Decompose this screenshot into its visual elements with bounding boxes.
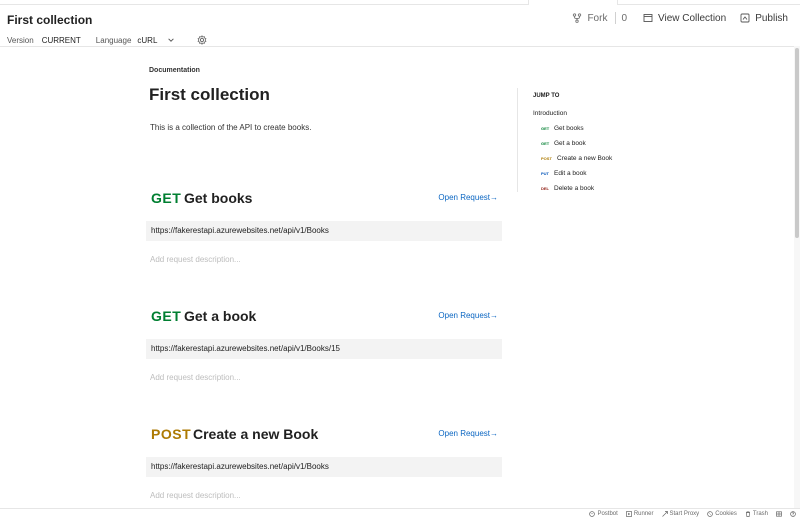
version-label: Version xyxy=(7,35,34,45)
request-name: Get a book xyxy=(184,308,257,324)
jump-method: PUT xyxy=(541,171,549,176)
postbot-button[interactable]: Postbot xyxy=(589,511,618,517)
jump-to-heading: JUMP TO xyxy=(533,93,560,99)
method-badge: POST xyxy=(151,426,192,442)
collection-icon xyxy=(643,14,653,22)
help-button[interactable] xyxy=(790,511,796,517)
postbot-icon xyxy=(589,511,596,517)
scrollbar-thumb[interactable] xyxy=(795,48,799,238)
status-bar-items: Postbot Runner Start Proxy Cookies Trash xyxy=(589,511,796,517)
request-url: https://fakerestapi.azurewebsites.net/ap… xyxy=(146,457,502,477)
collection-header: First collection Fork 0 View Collection xyxy=(0,5,796,47)
gear-icon xyxy=(197,35,207,45)
add-description-field[interactable]: Add request description... xyxy=(150,491,241,500)
start-proxy-label: Start Proxy xyxy=(669,511,700,517)
add-description-field[interactable]: Add request description... xyxy=(150,255,241,264)
jump-item-get-books[interactable]: GET Get books xyxy=(533,125,667,132)
request-name: Get books xyxy=(184,190,253,206)
settings-button[interactable] xyxy=(197,35,207,45)
request-url: https://fakerestapi.azurewebsites.net/ap… xyxy=(146,221,502,241)
open-request-link[interactable]: Open Request→ xyxy=(438,193,498,202)
publish-icon xyxy=(740,13,750,23)
language-label: Language xyxy=(95,35,132,45)
page-title: First collection xyxy=(149,85,270,104)
jump-item-create-book[interactable]: POST Create a new Book xyxy=(533,155,667,162)
jump-item-introduction[interactable]: Introduction xyxy=(533,110,667,117)
publish-button[interactable]: Publish xyxy=(740,13,788,24)
method-badge: GET xyxy=(151,190,182,206)
trash-icon xyxy=(745,511,750,517)
fork-icon xyxy=(573,13,582,23)
request-url: https://fakerestapi.azurewebsites.net/ap… xyxy=(146,339,502,359)
divider xyxy=(615,12,617,24)
fork-label: Fork xyxy=(587,12,608,24)
language-value: cURL xyxy=(137,35,158,45)
documentation-panel: Documentation First collection This is a… xyxy=(0,47,794,507)
request-name: Create a new Book xyxy=(193,426,319,442)
runner-label: Runner xyxy=(633,511,654,517)
layout-icon xyxy=(776,511,782,517)
method-badge: GET xyxy=(151,308,182,324)
scrollbar[interactable] xyxy=(794,46,800,508)
add-description-field[interactable]: Add request description... xyxy=(150,373,241,382)
doc-options-bar: Version CURRENT Language cURL xyxy=(7,34,207,46)
cookies-button[interactable]: Cookies xyxy=(707,511,737,517)
breadcrumb[interactable]: Documentation xyxy=(149,67,200,74)
help-icon xyxy=(790,511,796,517)
open-request-link[interactable]: Open Request→ xyxy=(438,429,498,438)
jump-item-label: Get books xyxy=(554,125,584,132)
jump-method: DEL xyxy=(541,186,549,191)
jump-method: POST xyxy=(541,156,552,161)
runner-icon xyxy=(625,511,632,517)
fork-button[interactable]: Fork xyxy=(572,13,607,24)
jump-item-edit-book[interactable]: PUT Edit a book xyxy=(533,170,667,177)
version-selector[interactable]: CURRENT xyxy=(42,36,81,45)
postbot-label: Postbot xyxy=(597,511,618,517)
jump-to-panel: JUMP TO Introduction GET Get books GET G… xyxy=(517,88,667,192)
jump-item-label: Edit a book xyxy=(554,170,587,177)
open-request-link[interactable]: Open Request→ xyxy=(438,311,498,320)
jump-item-label: Delete a book xyxy=(554,185,595,192)
request-section: GET Get books Open Request→ https://fake… xyxy=(146,190,502,290)
cookies-label: Cookies xyxy=(715,511,737,517)
status-bar: Postbot Runner Start Proxy Cookies Trash xyxy=(0,508,800,520)
start-proxy-button[interactable]: Start Proxy xyxy=(661,511,700,517)
request-section: POST Create a new Book Open Request→ htt… xyxy=(146,426,502,507)
header-actions: Fork 0 View Collection Publish xyxy=(572,11,788,25)
request-section: GET Get a book Open Request→ https://fak… xyxy=(146,308,502,408)
runner-button[interactable]: Runner xyxy=(625,511,654,517)
language-selector[interactable]: cURL xyxy=(137,36,175,45)
jump-item-label: Get a book xyxy=(554,140,586,147)
view-collection-button[interactable]: View Collection xyxy=(643,13,726,24)
fork-count: 0 xyxy=(621,12,627,24)
trash-label: Trash xyxy=(752,511,768,517)
trash-button[interactable]: Trash xyxy=(745,511,768,517)
proxy-icon xyxy=(661,511,668,517)
chevron-down-icon xyxy=(168,38,175,42)
jump-item-label: Create a new Book xyxy=(557,155,613,162)
collection-description: This is a collection of the API to creat… xyxy=(150,123,312,132)
jump-method: GET xyxy=(541,126,550,131)
jump-method: GET xyxy=(541,141,550,146)
collection-title: First collection xyxy=(7,13,93,27)
publish-label: Publish xyxy=(755,12,788,24)
cookie-icon xyxy=(707,511,713,517)
view-collection-label: View Collection xyxy=(658,12,727,24)
layout-toggle-button[interactable] xyxy=(776,511,782,517)
jump-item-get-a-book[interactable]: GET Get a book xyxy=(533,140,667,147)
jump-item-delete-book[interactable]: DEL Delete a book xyxy=(533,185,667,192)
